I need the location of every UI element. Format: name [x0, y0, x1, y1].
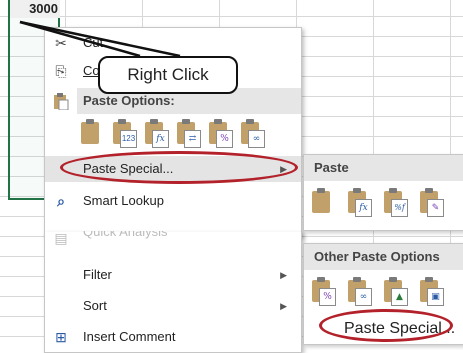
menu-item-paste-special[interactable]: Paste Special... ▶	[45, 156, 301, 182]
submenu-other-header: Other Paste Options	[304, 244, 463, 270]
paste-picture-icon[interactable]: ▲	[382, 276, 408, 306]
menu-item-smart-lookup-label: Smart Lookup	[83, 193, 164, 208]
paste-link-icon[interactable]: ∞	[346, 276, 372, 306]
paste-options-row: 123 fx ⇄ % ∞	[79, 118, 301, 150]
paste-linked-picture-icon[interactable]: ▣	[418, 276, 444, 306]
paste-icon[interactable]	[310, 187, 336, 217]
menu-item-insert-comment[interactable]: ⊞ Insert Comment	[45, 324, 301, 350]
scissors-icon: ✂	[55, 35, 67, 51]
copy-icon: ⎘	[55, 63, 67, 79]
paste-values-icon[interactable]: 123	[111, 118, 137, 148]
submenu-paste-special-item[interactable]: Paste Special...	[304, 316, 463, 342]
menu-item-sort-label: Sort	[83, 298, 107, 313]
context-menu-lower: ▤ Quick Analysis Filter ▶ Sort ▶ ⊞ Inser…	[44, 231, 302, 353]
menu-item-filter[interactable]: Filter ▶	[45, 262, 301, 288]
submenu-paste: Paste fx %f ✎	[303, 154, 463, 231]
clipboard-icon	[53, 92, 69, 111]
submenu-arrow-icon: ▶	[280, 164, 287, 174]
menu-item-cut-label: Cut	[83, 35, 104, 50]
submenu-paste-special-label: Paste Special...	[344, 320, 456, 337]
paste-formulas-icon[interactable]: fx	[143, 118, 169, 148]
menu-item-filter-label: Filter	[83, 267, 112, 282]
paste-transpose-icon[interactable]: ⇄	[175, 118, 201, 148]
search-icon: ⌕	[57, 193, 65, 209]
menu-item-quick-analysis-label: Quick Analysis	[83, 231, 168, 239]
menu-item-quick-analysis[interactable]: ▤ Quick Analysis	[45, 231, 301, 245]
submenu-paste-icons: fx %f ✎	[310, 187, 460, 219]
submenu-paste-header: Paste	[304, 155, 463, 181]
submenu-other-paste-options: Other Paste Options % ∞ ▲ ▣ Paste Specia…	[303, 243, 463, 345]
menu-item-smart-lookup[interactable]: ⌕ Smart Lookup	[45, 188, 301, 214]
paste-icon[interactable]	[79, 118, 105, 148]
submenu-other-icons: % ∞ ▲ ▣	[310, 276, 460, 308]
paste-link-icon[interactable]: ∞	[239, 118, 265, 148]
paste-formulas-icon[interactable]: fx	[346, 187, 372, 217]
selected-cell[interactable]: 3000	[10, 0, 60, 18]
right-click-callout: Right Click	[98, 56, 238, 94]
menu-item-insert-comment-label: Insert Comment	[83, 329, 176, 344]
submenu-arrow-icon: ▶	[280, 301, 287, 311]
paste-formulas-number-formatting-icon[interactable]: %f	[382, 187, 408, 217]
paste-keep-source-formatting-icon[interactable]: ✎	[418, 187, 444, 217]
quick-analysis-icon: ▤	[54, 231, 68, 245]
paste-formatting-icon[interactable]: %	[310, 276, 336, 306]
submenu-arrow-icon: ▶	[280, 270, 287, 280]
menu-item-sort[interactable]: Sort ▶	[45, 293, 301, 319]
menu-item-cut[interactable]: ✂ Cut	[45, 30, 301, 56]
menu-item-paste-special-label: Paste Special...	[83, 161, 174, 176]
paste-formatting-icon[interactable]: %	[207, 118, 233, 148]
